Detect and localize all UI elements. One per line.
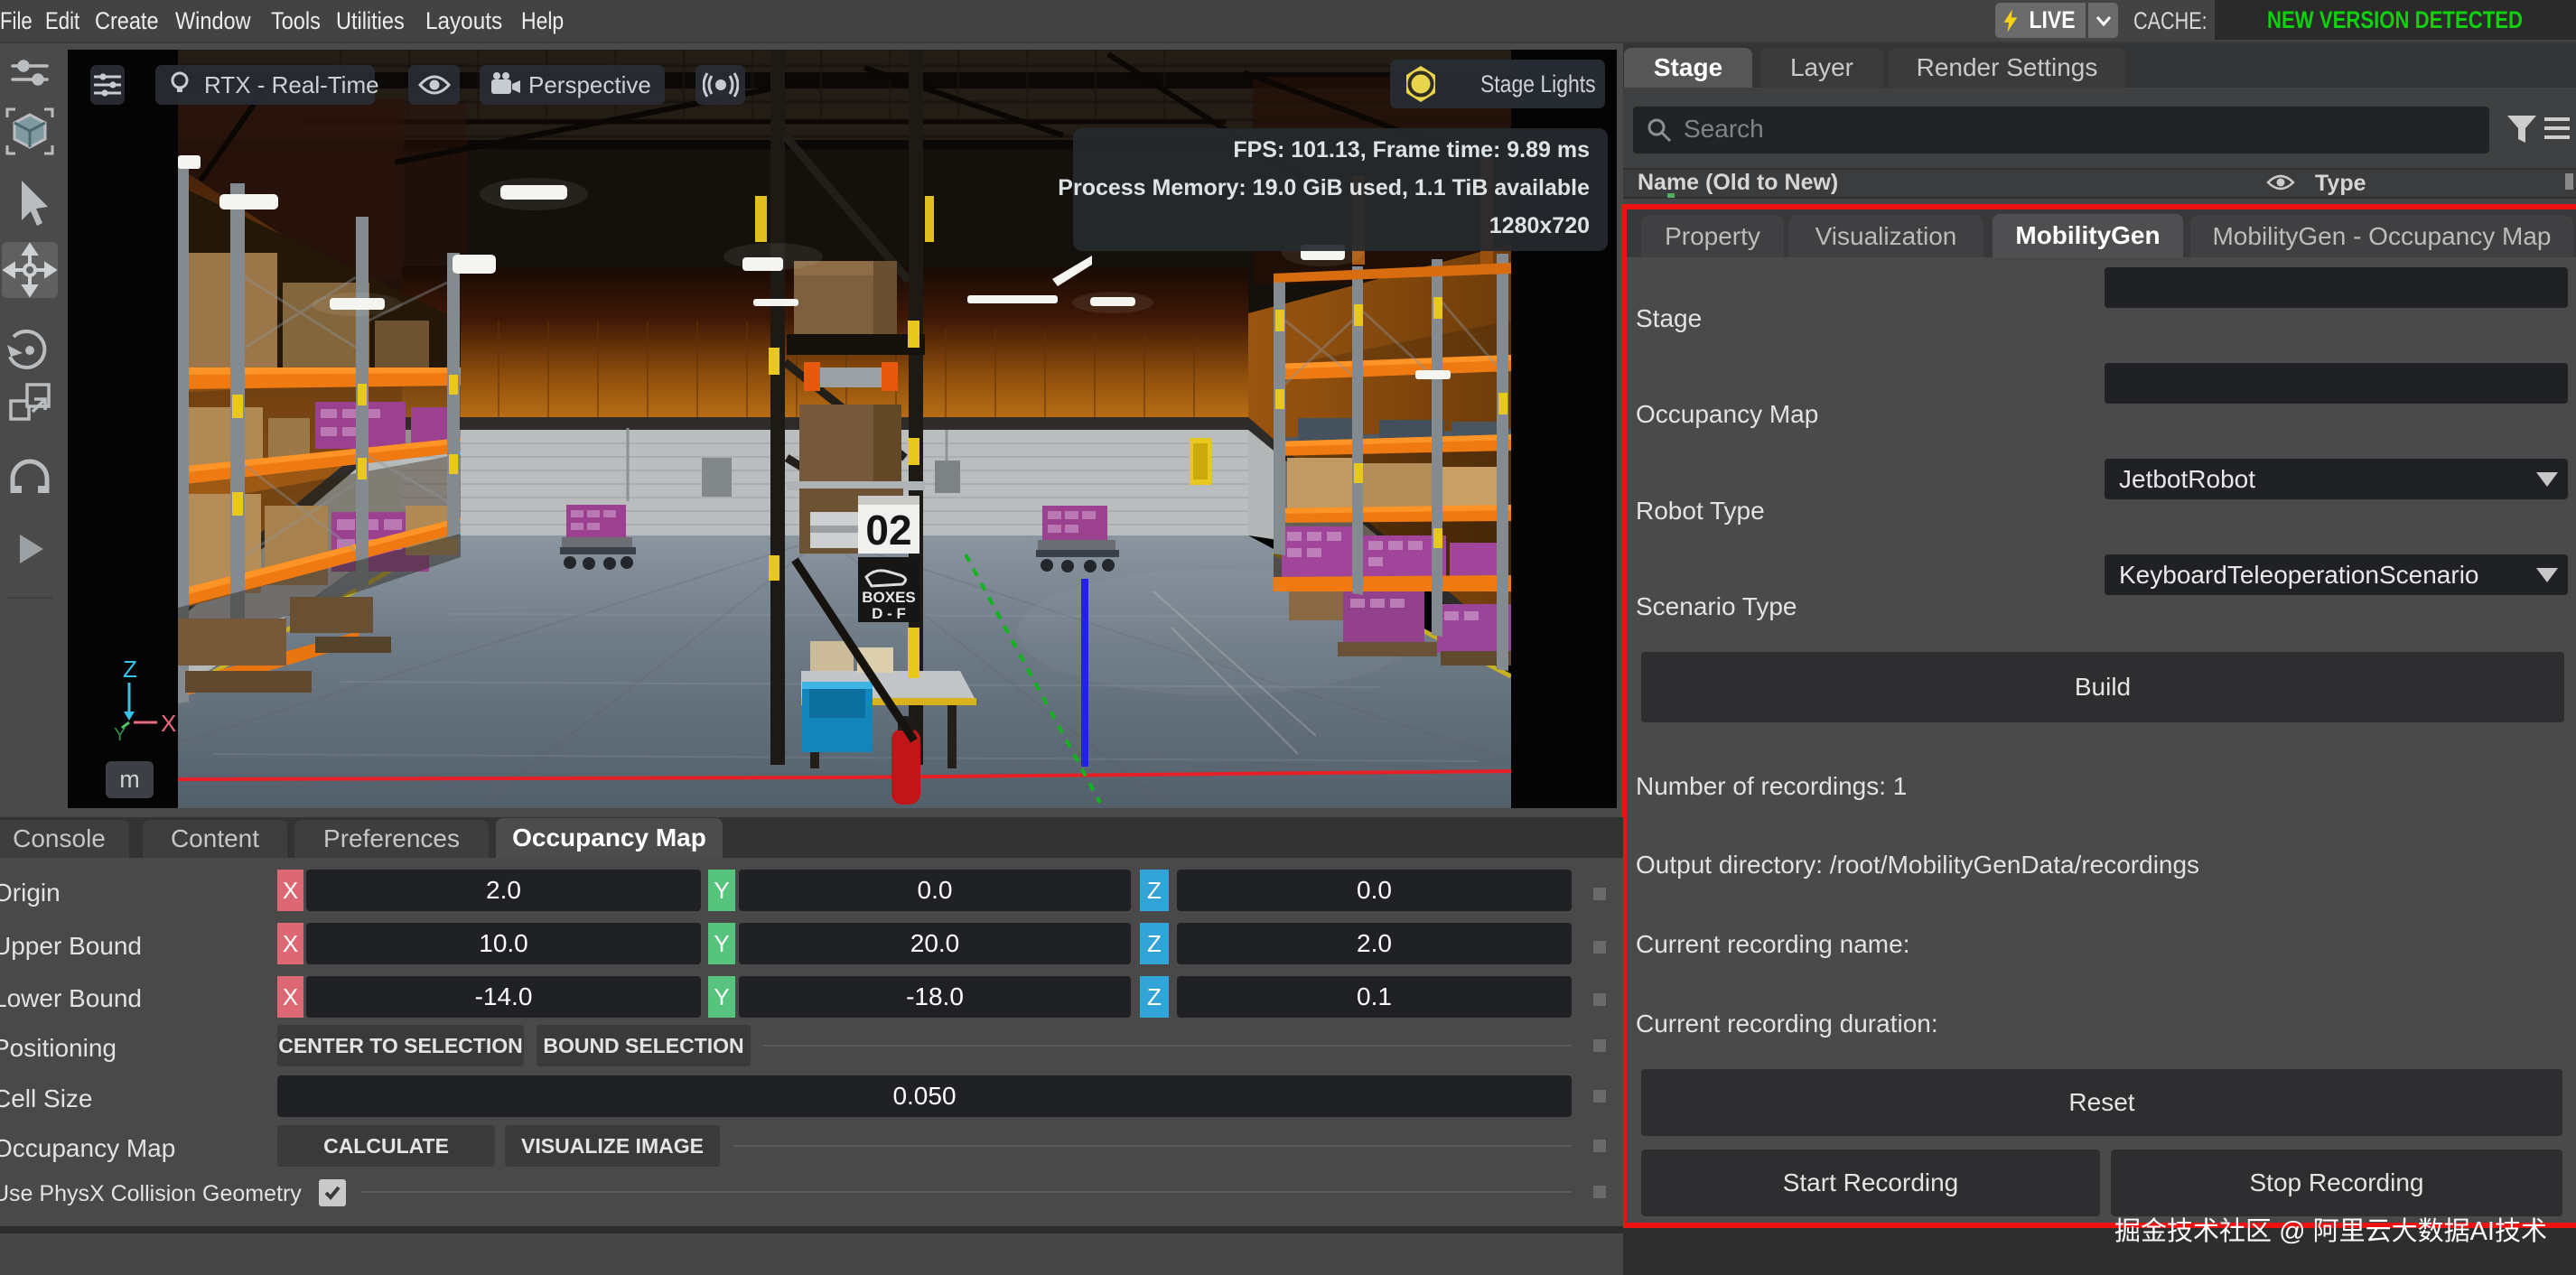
svg-text:02: 02 bbox=[865, 507, 911, 554]
svg-text:BOXES: BOXES bbox=[862, 589, 916, 606]
svg-text:Z: Z bbox=[123, 657, 137, 683]
svg-text:D - F: D - F bbox=[872, 605, 906, 622]
svg-text:X: X bbox=[161, 710, 176, 737]
svg-text:Y: Y bbox=[114, 725, 126, 745]
